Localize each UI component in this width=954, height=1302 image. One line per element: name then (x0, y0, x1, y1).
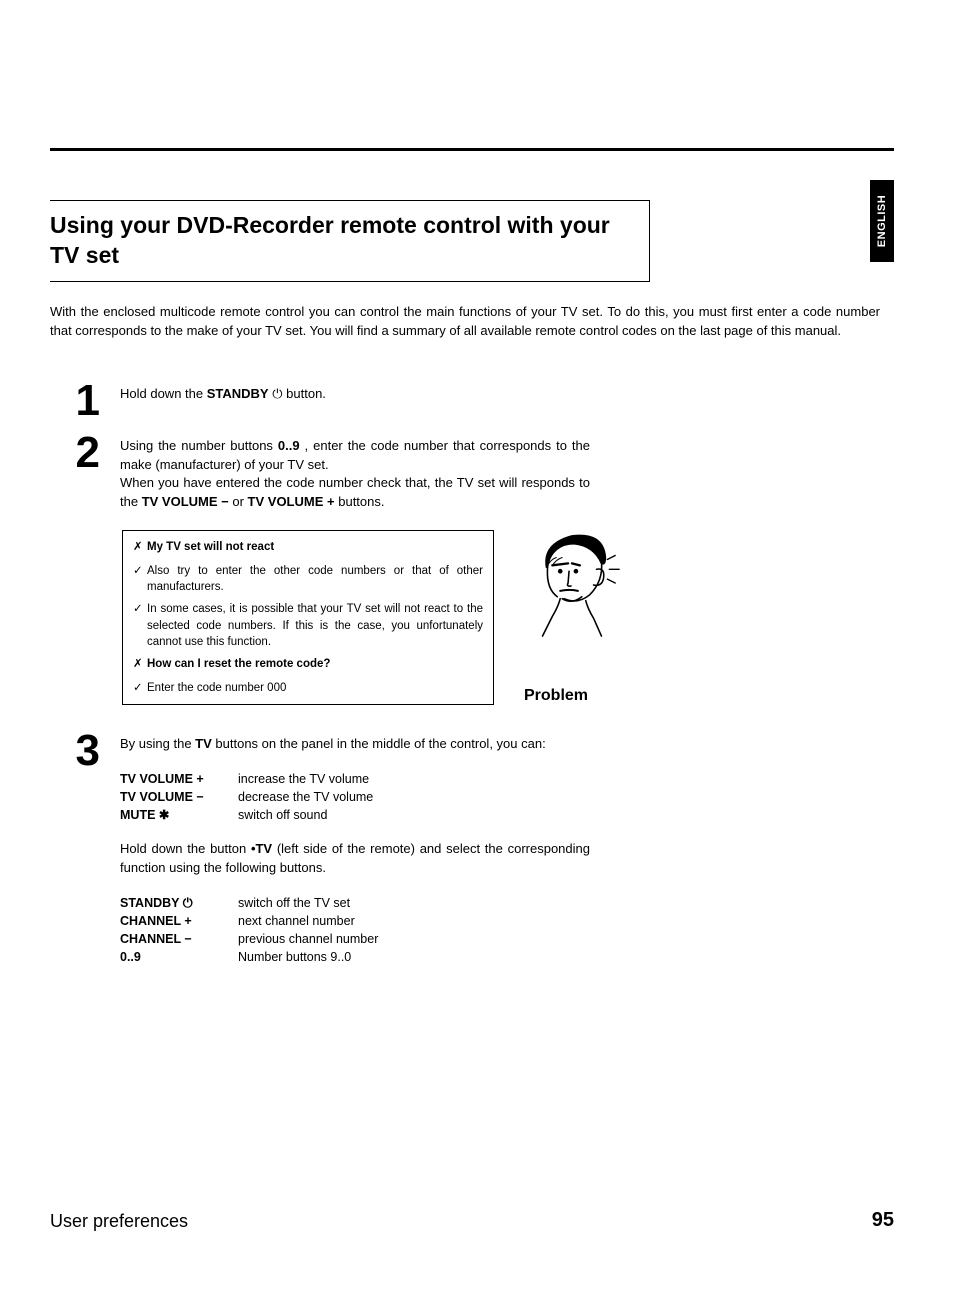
tv-hold-label: •TV (251, 841, 272, 856)
btn-desc: decrease the TV volume (238, 788, 373, 806)
btn-key: CHANNEL + (120, 914, 192, 928)
section-title: Using your DVD-Recorder remote control w… (50, 212, 610, 268)
step-number: 2 (50, 431, 120, 512)
btn-key: STANDBY (120, 896, 183, 910)
tv-vol-label: TV VOLUME (142, 494, 218, 509)
btn-key: TV VOLUME + (120, 772, 204, 786)
mute-icon: ✱ (159, 806, 169, 824)
footer-section-name: User preferences (50, 1211, 188, 1232)
problem-heading-1: My TV set will not react (147, 539, 274, 555)
page-number: 95 (872, 1209, 894, 1232)
minus-icon: − (221, 493, 229, 512)
standby-label: STANDBY (207, 386, 269, 401)
button-table-2: STANDBY ⏻ switch off the TV set CHANNEL … (120, 894, 590, 967)
check-icon: ✓ (133, 563, 147, 595)
problem-box: ✗ My TV set will not react ✓ Also try to… (122, 530, 494, 705)
section-title-box: Using your DVD-Recorder remote control w… (50, 200, 650, 282)
step1-text-a: Hold down the (120, 386, 207, 401)
step3-text-b: buttons on the panel in the middle of th… (215, 736, 545, 751)
num-buttons-label: 0..9 (278, 438, 300, 453)
btn-desc: next channel number (238, 912, 355, 930)
step1-text-b: button. (286, 386, 326, 401)
problem-item-1: Also try to enter the other code numbers… (147, 563, 483, 595)
btn-key: CHANNEL − (120, 932, 192, 946)
btn-key: MUTE (120, 808, 159, 822)
problem-heading-2: How can I reset the remote code? (147, 656, 330, 672)
step3-text-a: By using the (120, 736, 195, 751)
btn-desc: previous channel number (238, 930, 378, 948)
top-rule (50, 148, 894, 151)
step-2: 2 Using the number buttons 0..9 , enter … (50, 431, 894, 512)
language-tab-label: ENGLISH (876, 195, 888, 247)
power-icon: ⏻ (183, 894, 193, 912)
face-illustration (521, 530, 623, 638)
step-1: 1 Hold down the STANDBY ⏻ button. (50, 379, 894, 423)
page-footer: User preferences 95 (50, 1209, 894, 1232)
btn-key: 0..9 (120, 950, 141, 964)
check-icon: ✓ (133, 601, 147, 649)
problem-item-3: Enter the code number 000 (147, 680, 286, 696)
btn-desc: increase the TV volume (238, 770, 369, 788)
step3-text-c1: Hold down the button (120, 841, 251, 856)
x-icon: ✗ (133, 656, 147, 674)
step2-text-a: Using the number buttons (120, 438, 278, 453)
check-icon: ✓ (133, 680, 147, 696)
problem-label: Problem (500, 687, 644, 705)
power-icon: ⏻ (272, 385, 282, 404)
step2-or: or (232, 494, 247, 509)
btn-key: TV VOLUME − (120, 790, 204, 804)
tv-vol-label-2: TV VOLUME (248, 494, 324, 509)
step-number: 3 (50, 729, 120, 966)
btn-desc: switch off sound (238, 806, 327, 824)
x-icon: ✗ (133, 539, 147, 557)
tv-label: TV (195, 736, 212, 751)
btn-desc: switch off the TV set (238, 894, 350, 912)
step-number: 1 (50, 379, 120, 423)
problem-item-2: In some cases, it is possible that your … (147, 601, 483, 649)
language-tab: ENGLISH (870, 180, 894, 262)
btn-desc: Number buttons 9..0 (238, 948, 351, 966)
problem-illustration-column: Problem (494, 530, 644, 705)
step2-text-d: buttons. (338, 494, 384, 509)
intro-paragraph: With the enclosed multicode remote contr… (50, 302, 880, 341)
step-3: 3 By using the TV buttons on the panel i… (50, 729, 894, 966)
plus-icon: + (327, 493, 335, 512)
button-table-1: TV VOLUME + increase the TV volume TV VO… (120, 770, 590, 824)
problem-row: ✗ My TV set will not react ✓ Also try to… (122, 530, 647, 705)
